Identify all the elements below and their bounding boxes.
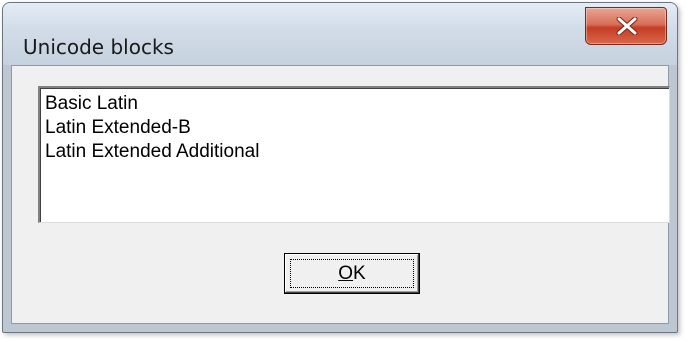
ok-button-label: OK [338,263,365,285]
list-item[interactable]: Latin Extended-B [45,116,664,140]
ok-mnemonic: O [338,262,354,284]
ok-label-rest: K [353,262,366,284]
close-x-icon [616,17,638,35]
unicode-blocks-list[interactable]: Basic Latin Latin Extended-B Latin Exten… [38,86,670,223]
focus-rectangle: OK [290,259,414,288]
window-title: Unicode blocks [23,35,174,59]
dialog-client-area: Basic Latin Latin Extended-B Latin Exten… [11,65,670,324]
list-item[interactable]: Basic Latin [45,92,664,116]
title-bar[interactable]: Unicode blocks [3,3,677,65]
close-button[interactable] [585,7,667,45]
list-item[interactable]: Latin Extended Additional [45,140,664,164]
dialog-window: Unicode blocks Basic Latin Latin Extende… [2,2,678,333]
ok-button[interactable]: OK [284,253,420,294]
